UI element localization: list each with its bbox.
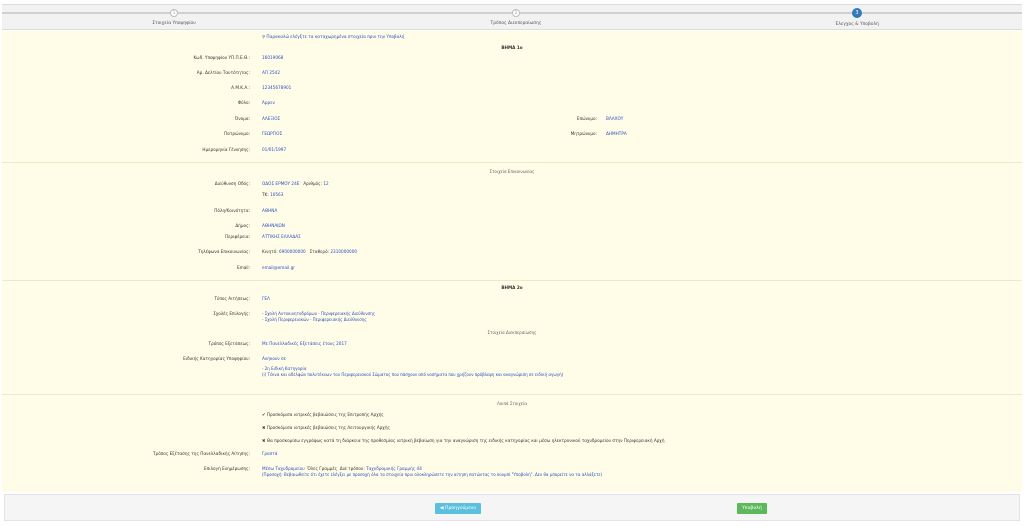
exam-value: Με Πανελλαδικές Εξετάσεις έτους 2017	[262, 341, 347, 346]
intro-text: ⚲ Παρακαλώ ελέγξτε τα καταχωρημένα στοιχ…	[262, 34, 405, 39]
step-1-label: Στοιχεία Υποψηφίου	[152, 21, 196, 26]
firstname-label: Όνομα:	[234, 116, 250, 121]
email-row: Email: email@email.gr	[2, 264, 1022, 272]
step-3-indicator: 3	[852, 8, 862, 18]
notify-label: Επιλογή Ενημέρωσης:	[204, 466, 250, 471]
type-row: Τύπος Αιτήσεως: ΓΕΛ	[2, 295, 1022, 303]
tk-value: ΤΚ: 10563	[262, 192, 284, 197]
firstname-value: ΑΛΕΞΙΟΣ	[262, 116, 281, 121]
submit-button[interactable]: Υποβολή	[737, 503, 767, 514]
gender-label: Φύλο:	[237, 100, 250, 105]
schools-row: Σχολές Επιλογής:	[2, 310, 1022, 318]
candidate-code-label: Κωδ. Υποψηφίου ΥΠ.Π.Ε.Θ.:	[193, 55, 250, 60]
father-label: Πατρώνυμο:	[224, 131, 250, 136]
candidate-code-row: Κωδ. Υποψηφίου ΥΠ.Π.Ε.Θ.: 16019068	[2, 54, 1022, 62]
category-note-2: (i) Τέκνα και αδελφών πολυτέκνων του Περ…	[262, 372, 564, 377]
candidate-code-value: 16019068	[262, 55, 284, 60]
lastname-value: ΒΛΑΧΟΥ	[606, 116, 624, 121]
section-divider	[2, 162, 1022, 163]
check-item-1: ✔ Προσκόμισα ιατρικές βεβαιώσεις της Επι…	[262, 412, 384, 417]
contact-title: Στοιχεία Επικοινωνίας	[489, 169, 535, 174]
exam-label: Τρόπος Εξετάσεως:	[208, 341, 250, 346]
category-row: Ειδικής Κατηγορίας Υποψηφίου: Ανήκουν σε	[2, 355, 1022, 363]
address-label: Διεύθυνση Οδός:	[214, 181, 250, 186]
wizard-footer: ◀ Προηγούμενο Υποβολή	[4, 494, 1020, 521]
check-item-3: ✖ Θα προσκομίσω εγγράφως κατά τη διάρκει…	[262, 438, 665, 443]
municipality-row: Δήμος: ΑΘΗΝΑΙΩΝ	[2, 222, 1022, 230]
section-divider	[2, 280, 1022, 281]
address-value: ΟΔΟΣ ΕΡΜΟΥ 24Ε Αριθμός: 12	[262, 181, 329, 186]
gender-value: Άρρεν	[262, 100, 275, 105]
city-value: ΑΘΗΝΑ	[262, 208, 278, 213]
region-label: Περιφέρεια:	[224, 234, 250, 239]
id-value: ΑΠ 2542	[262, 70, 281, 75]
step-personal-data[interactable]: 1 Στοιχεία Υποψηφίου	[94, 9, 254, 26]
check-item-2: ✖ Προσκόμισα ιατρικές βεβαιώσεις της Λει…	[262, 425, 390, 430]
tk-row: ΤΚ: 10563	[2, 191, 1022, 199]
phone-values: Κινητό: 6900000000 Σταθερό: 2310000000	[262, 249, 358, 254]
region-row: Περιφέρεια: ΑΤΤΙΚΗΣ ΕΛΛΑΔΑΣ	[2, 233, 1022, 241]
wizard-steps: 1 Στοιχεία Υποψηφίου 2 Τρόπος Διεκπεραίω…	[2, 4, 1022, 30]
city-row: Πόλη/Κοινότητα: ΑΘΗΝΑ	[2, 207, 1022, 215]
gender-row: Φύλο: Άρρεν	[2, 99, 1022, 107]
phone-row: Τηλέφωνα Επικοινωνίας: Κινητό: 690000000…	[2, 248, 1022, 256]
section-divider	[2, 394, 1022, 395]
father-value: ΓΕΩΡΓΙΟΣ	[262, 131, 283, 136]
processing-subtitle: Στοιχεία Διεκπεραίωσης	[487, 330, 537, 335]
intro-row: ⚲ Παρακαλώ ελέγξτε τα καταχωρημένα στοιχ…	[2, 33, 1022, 41]
city-label: Πόλη/Κοινότητα:	[214, 208, 250, 213]
review-summary: ⚲ Παρακαλώ ελέγξτε τα καταχωρημένα στοιχ…	[2, 31, 1022, 492]
delivery-value: Γραπτά	[262, 451, 278, 456]
section-3-title: Λοιπά Στοιχεία	[496, 401, 528, 406]
lastname-label: Επώνυμο:	[576, 116, 597, 121]
birthdate-value: 01/01/1997	[262, 147, 287, 152]
municipality-label: Δήμος:	[235, 223, 250, 228]
municipality-value: ΑΘΗΝΑΙΩΝ	[262, 223, 285, 228]
schools-label: Σχολές Επιλογής:	[213, 311, 250, 316]
email-label: Email:	[236, 265, 250, 270]
amka-label: Α.Μ.Κ.Α.:	[231, 85, 250, 90]
step-2-indicator: 2	[512, 9, 520, 17]
step-processing-method[interactable]: 2 Τρόπος Διεκπεραίωσης	[436, 9, 596, 26]
exam-row: Τρόπος Εξετάσεως: Με Πανελλαδικές Εξετάσ…	[2, 340, 1022, 348]
application-wizard-page: 1 Στοιχεία Υποψηφίου 2 Τρόπος Διεκπεραίω…	[0, 0, 1024, 526]
step-1-indicator: 1	[170, 9, 178, 17]
step-review-submit[interactable]: 3 Έλεγχος & Υποβολή	[777, 8, 937, 27]
previous-button[interactable]: ◀ Προηγούμενο	[435, 503, 482, 514]
amka-value: 12345678901	[262, 85, 292, 90]
birthdate-label: Ημερομηνία Γέννησης:	[202, 147, 250, 152]
category-value: Ανήκουν σε	[262, 356, 286, 361]
step-2-label: Τρόπος Διεκπεραίωσης	[490, 21, 542, 26]
id-row: Αρ. Δελτίου Ταυτότητας: ΑΠ 2542	[2, 69, 1022, 77]
id-label: Αρ. Δελτίου Ταυτότητας:	[196, 70, 250, 75]
birthdate-row: Ημερομηνία Γέννησης: 01/01/1997	[2, 146, 1022, 154]
school-choice-2: - Σχολή Περιφερειακών - Περιφερειακής Δι…	[262, 317, 367, 322]
step-3-label: Έλεγχος & Υποβολή	[835, 22, 879, 27]
mother-label: Μητρώνυμο:	[570, 131, 597, 136]
notify-note: (Προσοχή: Βεβαιωθείτε ότι έχετε ελέγξει …	[262, 472, 603, 477]
parents-row: Πατρώνυμο: ΓΕΩΡΓΙΟΣ Μητρώνυμο: ΔΗΜΗΤΡΑ	[2, 130, 1022, 138]
name-row: Όνομα: ΑΛΕΞΙΟΣ Επώνυμο: ΒΛΑΧΟΥ	[2, 115, 1022, 123]
section-2-title: ΒΗΜΑ 2ο	[501, 285, 523, 290]
mother-value: ΔΗΜΗΤΡΑ	[606, 131, 627, 136]
delivery-row: Τρόπος Εξέτασης της Πανελλαδικής Αίτησης…	[2, 450, 1022, 458]
phone-label: Τηλέφωνα Επικοινωνίας:	[198, 249, 250, 254]
section-1-title: ΒΗΜΑ 1ο	[501, 45, 523, 50]
category-label: Ειδικής Κατηγορίας Υποψηφίου:	[183, 356, 250, 361]
delivery-label: Τρόπος Εξέτασης της Πανελλαδικής Αίτησης…	[153, 451, 250, 456]
type-value: ΓΕΛ	[262, 296, 270, 301]
region-value: ΑΤΤΙΚΗΣ ΕΛΛΑΔΑΣ	[262, 234, 301, 239]
type-label: Τύπος Αιτήσεως:	[214, 296, 250, 301]
address-row: Διεύθυνση Οδός: ΟΔΟΣ ΕΡΜΟΥ 24Ε Αριθμός: …	[2, 180, 1022, 188]
email-value: email@email.gr	[262, 265, 295, 270]
amka-row: Α.Μ.Κ.Α.: 12345678901	[2, 84, 1022, 92]
